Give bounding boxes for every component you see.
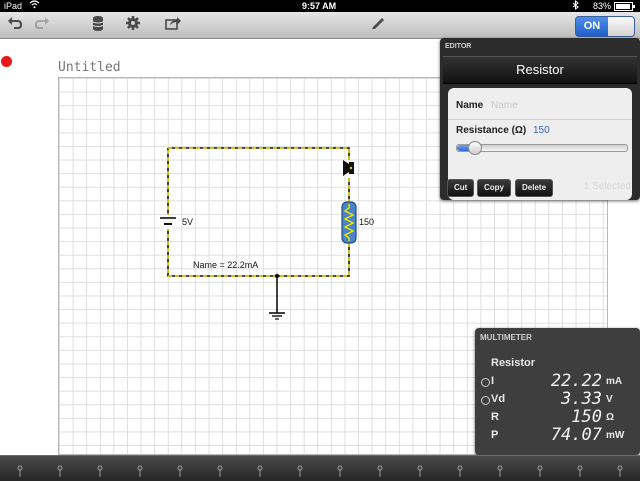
voltage-label: Vd <box>491 393 506 405</box>
undo-icon[interactable] <box>5 15 25 35</box>
diode-component-icon[interactable] <box>453 464 467 477</box>
lamp-component-icon[interactable] <box>413 464 427 477</box>
name-field[interactable]: Name <box>491 100 518 111</box>
led-component-icon[interactable] <box>253 464 267 477</box>
record-indicator <box>1 56 12 67</box>
multimeter-panel: MULTIMETER Resistor I 22.22 mA Vd 3.33 V… <box>475 328 640 455</box>
toggle-component-icon[interactable] <box>613 464 627 477</box>
voltage-value: 3.33 <box>561 389 602 409</box>
battery-percent: 83% <box>593 1 612 11</box>
battery-component-icon[interactable] <box>53 464 67 477</box>
multimeter-row-voltage: Vd 3.33 V <box>475 389 640 410</box>
delete-button[interactable]: Delete <box>515 179 554 197</box>
status-bar: iPad 9:57 AM 83% <box>0 0 640 12</box>
capacitor-component-icon[interactable] <box>293 464 307 477</box>
current-label: I <box>491 375 495 387</box>
component-palette <box>0 455 640 481</box>
switch-component-icon[interactable] <box>133 464 147 477</box>
meter-component-icon[interactable] <box>493 464 507 477</box>
editor-caption: EDITOR <box>445 43 472 50</box>
wifi-icon <box>29 0 40 12</box>
redo-icon[interactable] <box>32 15 52 35</box>
inductor-component-icon[interactable] <box>333 464 347 477</box>
editor-action-bar: Cut Copy Delete 1 Selected <box>440 174 640 200</box>
power-unit: mW <box>606 430 625 441</box>
power-value: 74.07 <box>550 425 602 445</box>
share-icon[interactable] <box>163 15 183 35</box>
selection-status: 1 Selected <box>583 181 631 192</box>
editor-panel: EDITOR Resistor Name Name Resistance (Ω)… <box>440 38 640 200</box>
multimeter-row-current: I 22.22 mA <box>475 371 640 392</box>
multimeter-title: Resistor <box>491 357 536 369</box>
current-unit: mA <box>606 376 623 387</box>
power-label: P <box>491 429 499 441</box>
resistance-reading-value: 150 <box>571 407 602 427</box>
database-icon[interactable] <box>88 15 108 35</box>
resistance-reading-label: R <box>491 411 499 423</box>
gear-icon[interactable] <box>123 15 143 35</box>
resistance-slider-thumb[interactable] <box>468 141 482 155</box>
editor-title: Resistor <box>443 56 637 84</box>
pencil-icon[interactable] <box>368 15 388 35</box>
ground-component-icon[interactable] <box>173 464 187 477</box>
name-label: Name <box>456 100 484 111</box>
document-title[interactable]: Untitled <box>58 60 121 75</box>
connector-component-icon[interactable] <box>533 464 547 477</box>
toolbar: ON <box>0 12 640 39</box>
probe-component-icon[interactable] <box>373 464 387 477</box>
power-toggle-knob <box>608 17 634 36</box>
resistance-reading-unit: Ω <box>606 412 615 423</box>
fuse-component-icon[interactable] <box>573 464 587 477</box>
multimeter-caption: MULTIMETER <box>480 333 532 342</box>
multimeter-row-power: P 74.07 mW <box>475 425 640 446</box>
speaker-component-icon[interactable] <box>213 464 227 477</box>
copy-button[interactable]: Copy <box>477 179 511 197</box>
resistance-label: Resistance (Ω) <box>456 125 527 136</box>
cut-button[interactable]: Cut <box>447 179 475 197</box>
voltage-unit: V <box>606 394 613 405</box>
resistance-slider[interactable] <box>456 141 628 155</box>
device-name: iPad <box>4 1 23 11</box>
current-probe-radio[interactable] <box>481 378 490 387</box>
power-toggle-label: ON <box>583 20 601 32</box>
resistance-value[interactable]: 150 <box>533 125 550 136</box>
resistor-component-icon[interactable] <box>93 464 107 477</box>
clock: 9:57 AM <box>302 1 337 11</box>
power-toggle[interactable]: ON <box>575 16 635 37</box>
wire-icon[interactable] <box>13 464 27 477</box>
voltage-probe-radio[interactable] <box>481 396 490 405</box>
current-value: 22.22 <box>550 371 602 391</box>
